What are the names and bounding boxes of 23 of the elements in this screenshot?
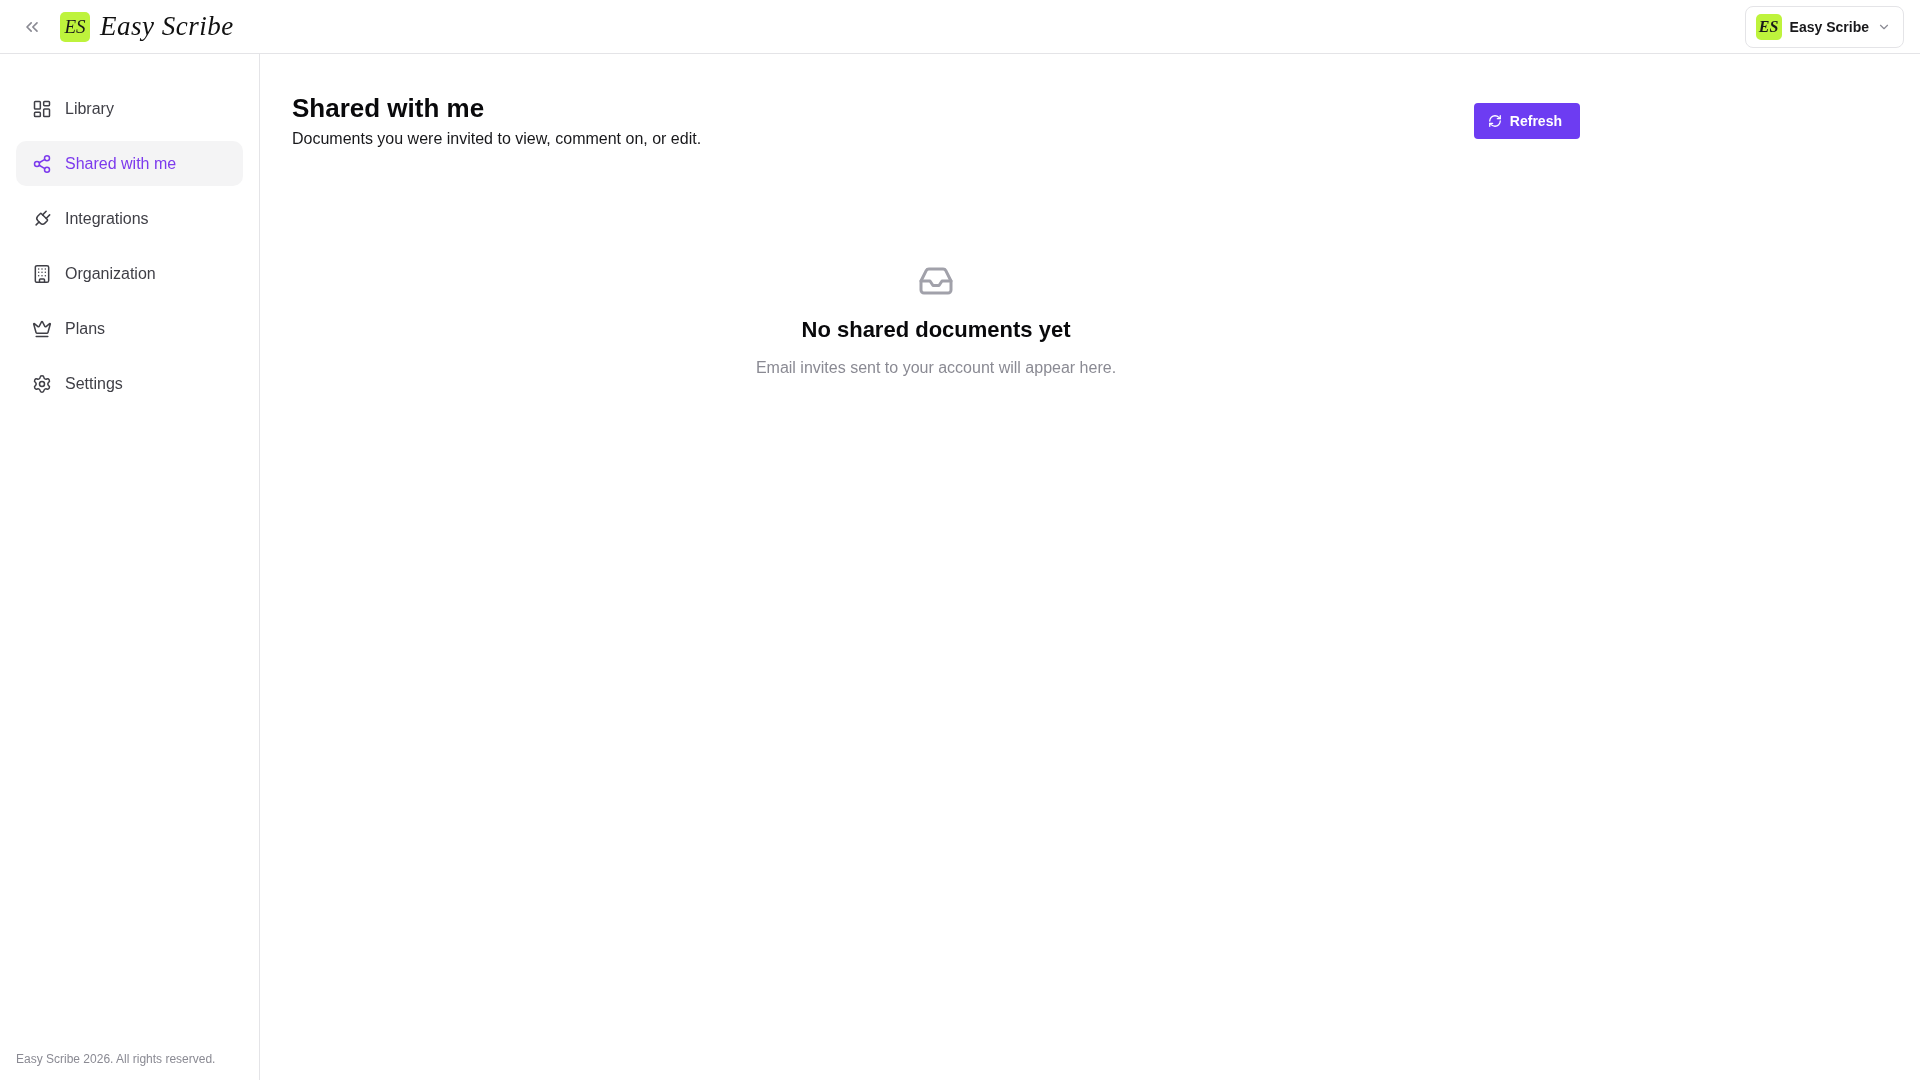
sidebar-item[interactable]: Plans [16,306,243,351]
refresh-icon [1487,114,1502,128]
sidebar-item[interactable]: Settings [16,361,243,406]
settings-icon [32,373,52,394]
account-logo-mark: ES [1755,13,1782,40]
copyright-text: Easy Scribe 2026. All rights reserved. [16,1052,217,1066]
account-menu-button[interactable]: ES Easy Scribe [1744,5,1904,48]
account-name: Easy Scribe [1789,18,1869,35]
dashboard-grid-icon [32,98,52,119]
empty-state-message: Email invites sent to your account will appear here. [755,359,1117,377]
sidebar-item[interactable]: Shared with me [16,141,243,186]
crown-icon [32,318,52,339]
building-icon [32,263,52,284]
sidebar-item[interactable]: Integrations [16,196,243,241]
page-subtitle: Documents you were invited to view, comment on, or edit. [292,129,702,149]
empty-state-title: No shared documents yet [801,317,1071,343]
share-icon [32,153,52,174]
sidebar-item[interactable]: Library [16,86,243,131]
refresh-button[interactable]: Refresh [1473,103,1580,139]
page-title: Shared with me [292,92,486,124]
brand-name: Easy Scribe [100,11,234,42]
logo-mark: ES [60,11,90,42]
sidebar-item[interactable]: Organization [16,251,243,296]
